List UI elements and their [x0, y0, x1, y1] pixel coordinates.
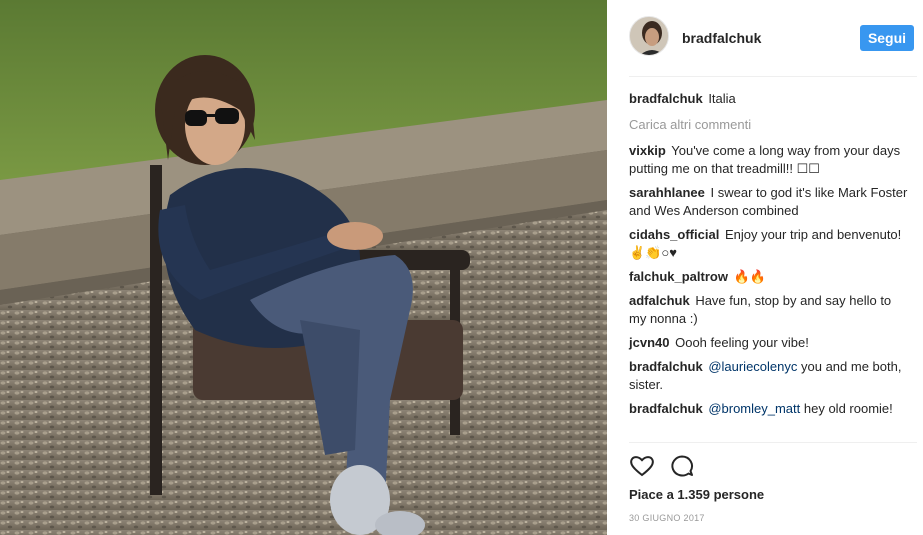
actions-divider [629, 442, 917, 443]
avatar-image [630, 17, 668, 55]
comment-username[interactable]: adfalchuk [629, 293, 690, 308]
post-date[interactable]: 30 GIUGNO 2017 [629, 513, 705, 523]
comment-text: Oooh feeling your vibe! [675, 335, 809, 350]
photo-image [0, 0, 607, 535]
follow-button[interactable]: Segui [860, 25, 914, 51]
comment-bubble-icon[interactable] [669, 454, 695, 478]
caption-username[interactable]: bradfalchuk [629, 91, 703, 106]
comment-username[interactable]: cidahs_official [629, 227, 719, 242]
comment-item: jcvn40 Oooh feeling your vibe! [629, 334, 909, 352]
comment-username[interactable]: bradfalchuk [629, 401, 703, 416]
comment-username[interactable]: falchuk_paltrow [629, 269, 728, 284]
comment-text: 🔥🔥 [733, 269, 766, 284]
avatar[interactable] [629, 16, 669, 56]
comment-item: adfalchuk Have fun, stop by and say hell… [629, 292, 909, 328]
comment-username[interactable]: bradfalchuk [629, 359, 703, 374]
comment-item: bradfalchuk @bromley_matt hey old roomie… [629, 400, 909, 418]
comment-item: vixkip You've come a long way from your … [629, 142, 909, 178]
comment-mention[interactable]: @bromley_matt [708, 401, 800, 416]
caption: bradfalchuk Italia [629, 90, 909, 108]
comment-mention[interactable]: @lauriecolenyc [708, 359, 797, 374]
comment-item: sarahhlanee I swear to god it's like Mar… [629, 184, 909, 220]
comment-text: hey old roomie! [800, 401, 893, 416]
heart-icon[interactable] [629, 454, 655, 478]
comment-username[interactable]: vixkip [629, 143, 666, 158]
post-photo[interactable] [0, 0, 607, 535]
header-username[interactable]: bradfalchuk [682, 30, 761, 46]
load-more-comments-link[interactable]: Carica altri commenti [629, 116, 909, 134]
caption-text: Italia [708, 91, 736, 106]
comment-text: You've come a long way from your days pu… [629, 143, 901, 176]
header-divider [629, 76, 917, 77]
post-actions [629, 454, 917, 478]
comment-item: cidahs_official Enjoy your trip and benv… [629, 226, 909, 262]
post-side-panel: bradfalchuk Segui bradfalchuk Italia Car… [607, 0, 923, 535]
comment-username[interactable]: jcvn40 [629, 335, 669, 350]
likes-count[interactable]: Piace a 1.359 persone [629, 487, 764, 502]
comments-list: bradfalchuk Italia Carica altri commenti… [629, 90, 909, 424]
comment-item: bradfalchuk @lauriecolenyc you and me bo… [629, 358, 909, 394]
comment-username[interactable]: sarahhlanee [629, 185, 705, 200]
comment-item: falchuk_paltrow 🔥🔥 [629, 268, 909, 286]
post-header: bradfalchuk Segui [629, 16, 917, 62]
